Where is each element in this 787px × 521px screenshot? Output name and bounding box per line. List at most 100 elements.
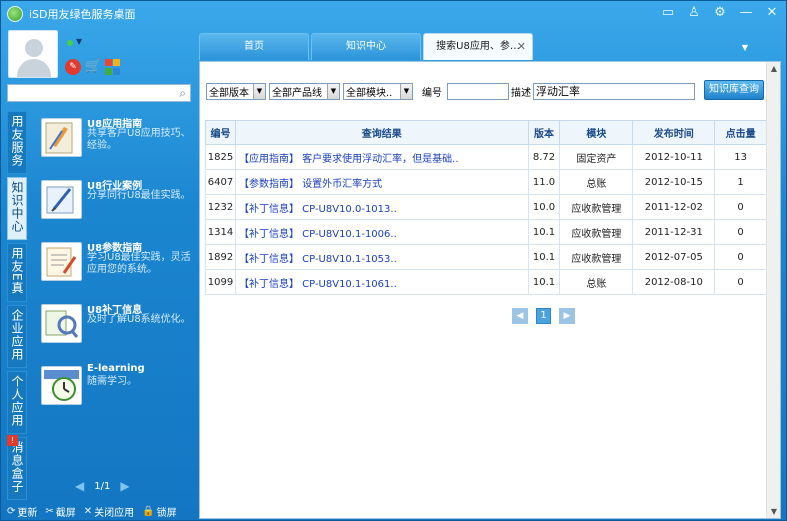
search-input[interactable]	[8, 85, 168, 101]
vtab-e[interactable]: 用友E真	[7, 243, 27, 302]
result-link[interactable]: 【补丁信息】 CP-U8V10.1-1053..	[234, 244, 529, 270]
feed-desc: 随需学习。	[87, 376, 137, 387]
next-page-icon[interactable]: ▶	[120, 479, 129, 493]
cell-version: 8.72	[527, 144, 561, 170]
feed-item[interactable]: U8参数指南 学习U8最佳实践，灵活应用您的系统。	[41, 239, 191, 301]
lock-button[interactable]: 🔒 锁屏	[142, 504, 176, 519]
cell-version: 10.1	[527, 219, 561, 245]
result-link[interactable]: 【参数指南】 设置外币汇率方式	[234, 169, 529, 195]
app-logo	[7, 6, 23, 22]
module-value: 全部模块..	[346, 87, 393, 99]
screenshot-label: 截屏	[55, 508, 76, 519]
alert-badge: !	[7, 434, 18, 446]
feed-item[interactable]: E-learning 随需学习。	[41, 363, 191, 425]
vtab-knowledge[interactable]: 知识中心	[7, 177, 27, 240]
close-apps-label: 关闭应用	[94, 508, 135, 519]
online-status-icon[interactable]	[67, 40, 73, 46]
vtab-personal[interactable]: 个人应用	[7, 370, 27, 434]
col-header[interactable]: 编号	[205, 120, 236, 145]
table-row: 1314 【补丁信息】 CP-U8V10.1-1006.. 10.1 应收款管理…	[205, 219, 767, 245]
apps-grid-icon[interactable]	[105, 59, 120, 75]
desc-input[interactable]	[533, 82, 695, 100]
vtab-messages[interactable]: ! 消息盒子	[7, 434, 27, 500]
scroll-down-icon[interactable]: ▼	[768, 505, 780, 518]
result-link[interactable]: 【补丁信息】 CP-U8V10.1-1061..	[234, 269, 529, 295]
table-row: 6407 【参数指南】 设置外币汇率方式 11.0 总账 2012-10-15 …	[205, 169, 767, 195]
sidebar-search: ⌕	[7, 84, 191, 102]
feed-desc: 及时了解U8系统优化。	[87, 314, 191, 325]
result-link[interactable]: 【补丁信息】 CP-U8V10.1-1006..	[234, 219, 529, 245]
version-select[interactable]: 全部版本 ▼	[206, 82, 266, 100]
quick-actions: ✎ 🛒	[65, 59, 120, 75]
feed-item[interactable]: U8补丁信息 及时了解U8系统优化。	[41, 301, 191, 363]
col-header[interactable]: 点击量	[714, 120, 767, 145]
feed-pager: ◀ 1/1 ▶	[75, 479, 130, 493]
scissors-icon: ✂	[45, 506, 54, 517]
tab-label: 首页	[244, 41, 264, 52]
feed-desc: 学习U8最佳实践，灵活应用您的系统。	[87, 252, 191, 275]
col-header[interactable]: 版本	[527, 120, 561, 145]
lock-icon: 🔒	[142, 506, 155, 517]
close-tab-icon[interactable]: ✕	[517, 34, 526, 60]
product-line-select[interactable]: 全部产品线 ▼	[269, 82, 340, 100]
refresh-icon: ⟳	[7, 506, 16, 517]
chevron-down-icon: ▼	[253, 83, 265, 99]
col-header[interactable]: 发布时间	[632, 120, 716, 145]
table-row: 1825 【应用指南】 客户要求使用浮动汇率，但是基础.. 8.72 固定资产 …	[205, 144, 767, 170]
col-header[interactable]: 查询结果	[234, 120, 529, 145]
tab-bar: 首页 知识中心 搜索U8应用、参… ✕ ▼	[199, 33, 786, 61]
feed-item[interactable]: U8应用指南 共享客户U8应用技巧、经验。	[41, 115, 191, 177]
minimize-icon[interactable]: —	[738, 5, 754, 21]
vertical-scrollbar[interactable]: ▲ ▼	[766, 62, 780, 518]
vtab-enterprise[interactable]: 企业应用	[7, 304, 27, 368]
cell-version: 10.1	[527, 269, 561, 295]
vtab-label: 用友服务	[10, 115, 24, 167]
feed-title: E-learning	[87, 363, 145, 374]
cart-icon[interactable]: 🛒	[85, 59, 101, 75]
cell-date: 2012-07-05	[632, 244, 716, 270]
close-icon[interactable]: ✕	[764, 5, 780, 21]
tab-home[interactable]: 首页	[199, 33, 309, 60]
cell-module: 应收款管理	[559, 194, 634, 220]
results-pager: ◀ 1 ▶	[512, 308, 575, 324]
prev-page-icon[interactable]: ◀	[512, 308, 528, 324]
feed-item[interactable]: U8行业案例 分享同行U8最佳实践。	[41, 177, 191, 239]
cell-module: 应收款管理	[559, 244, 634, 270]
app-window: iSD用友绿色服务桌面 ▭ ♙ ⚙ — ✕ ▼ ✎ 🛒 ⌕ 用友服务 知识中心 …	[0, 0, 787, 521]
cell-date: 2012-10-15	[632, 169, 716, 195]
id-input[interactable]	[447, 82, 509, 100]
tab-search[interactable]: 搜索U8应用、参… ✕	[423, 33, 533, 60]
tab-list-chevron-icon[interactable]: ▼	[742, 43, 748, 52]
patch-icon	[41, 304, 82, 343]
page-number[interactable]: 1	[536, 308, 551, 324]
refresh-button[interactable]: ⟳ 更新	[7, 504, 37, 519]
skin-icon[interactable]: ♙	[686, 5, 702, 21]
vtab-label: 知识中心	[10, 181, 24, 233]
col-header[interactable]: 模块	[559, 120, 634, 145]
next-page-icon[interactable]: ▶	[559, 308, 575, 324]
result-link[interactable]: 【补丁信息】 CP-U8V10.0-1013..	[234, 194, 529, 220]
close-apps-button[interactable]: ✕ 关闭应用	[84, 504, 134, 519]
app-title: iSD用友绿色服务桌面	[29, 8, 136, 21]
tab-knowledge[interactable]: 知识中心	[311, 33, 421, 60]
scroll-up-icon[interactable]: ▲	[768, 62, 780, 75]
module-select[interactable]: 全部模块.. ▼	[343, 82, 413, 100]
red-app-icon[interactable]: ✎	[65, 59, 81, 75]
cell-date: 2012-08-10	[632, 269, 716, 295]
knowledge-search-button[interactable]: 知识库查询	[704, 80, 764, 100]
clock-icon	[41, 366, 82, 405]
vtab-services[interactable]: 用友服务	[7, 111, 27, 174]
message-icon[interactable]: ▭	[660, 5, 676, 21]
vtab-label: 企业应用	[10, 308, 24, 361]
close-icon: ✕	[83, 506, 93, 517]
gear-icon[interactable]: ⚙	[712, 5, 728, 21]
bottom-toolbar: ⟳ 更新 ✂ 截屏 ✕ 关闭应用 🔒 锁屏	[1, 501, 197, 521]
result-link[interactable]: 【应用指南】 客户要求使用浮动汇率，但是基础..	[234, 144, 529, 170]
prev-page-icon[interactable]: ◀	[75, 479, 84, 493]
avatar[interactable]	[8, 30, 58, 78]
search-icon[interactable]: ⌕	[179, 86, 186, 101]
id-label: 编号	[422, 87, 442, 99]
cell-version: 10.0	[527, 194, 561, 220]
chevron-down-icon[interactable]: ▼	[76, 37, 82, 46]
screenshot-button[interactable]: ✂ 截屏	[45, 504, 75, 519]
